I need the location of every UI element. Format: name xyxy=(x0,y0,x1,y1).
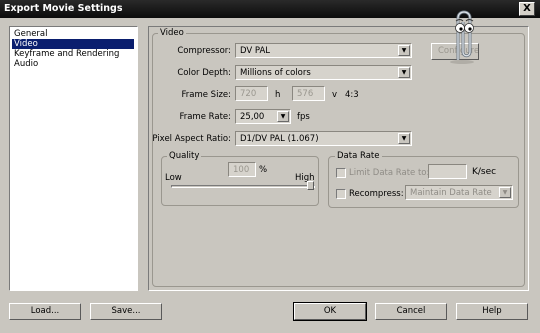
quality-low-label: Low xyxy=(165,173,182,183)
compressor-label: Compressor: xyxy=(177,46,231,56)
recompress-dropdown[interactable]: Maintain Data Rate ▼ xyxy=(405,185,513,200)
pixel-aspect-value: D1/DV PAL (1.067) xyxy=(240,134,319,144)
limit-data-rate-checkbox[interactable] xyxy=(336,168,346,178)
chevron-down-icon: ▼ xyxy=(277,111,289,122)
compressor-value: DV PAL xyxy=(240,46,271,56)
frame-aspect-value: 4:3 xyxy=(345,90,359,100)
paperclip-assistant-icon[interactable] xyxy=(444,6,480,64)
limit-data-rate-field[interactable] xyxy=(428,164,467,179)
recompress-value: Maintain Data Rate xyxy=(410,188,492,198)
frame-width-unit: h xyxy=(275,90,281,100)
frame-width-field[interactable]: 720 xyxy=(235,86,268,101)
frame-height-value: 576 xyxy=(297,89,314,99)
frame-rate-dropdown[interactable]: 25,00 ▼ xyxy=(235,109,291,124)
quality-slider-track[interactable] xyxy=(171,181,315,190)
data-rate-group xyxy=(328,156,519,208)
quality-value: 100 xyxy=(233,165,250,175)
recompress-checkbox[interactable] xyxy=(336,189,346,199)
quality-slider-thumb[interactable] xyxy=(307,181,314,190)
save-button[interactable]: Save... xyxy=(90,303,162,320)
video-settings-panel: Video Compressor: DV PAL ▼ Configure... … xyxy=(148,26,529,291)
sidebar-item-video[interactable]: Video xyxy=(12,39,134,49)
compressor-dropdown[interactable]: DV PAL ▼ xyxy=(235,43,412,58)
video-group-label: Video xyxy=(158,28,186,38)
chevron-down-icon: ▼ xyxy=(398,133,410,144)
cancel-button[interactable]: Cancel xyxy=(375,303,447,320)
frame-height-unit: v xyxy=(332,90,338,100)
data-rate-group-label: Data Rate xyxy=(335,151,382,161)
ok-button[interactable]: OK xyxy=(293,302,367,321)
window-title: Export Movie Settings xyxy=(4,3,123,14)
quality-unit: % xyxy=(259,165,268,175)
settings-category-list[interactable]: General Video Keyframe and Rendering Aud… xyxy=(9,26,138,291)
pixel-aspect-label: Pixel Aspect Ratio: xyxy=(152,134,231,144)
pixel-aspect-dropdown[interactable]: D1/DV PAL (1.067) ▼ xyxy=(235,131,412,146)
sidebar-item-general[interactable]: General xyxy=(12,29,134,39)
frame-height-field[interactable]: 576 xyxy=(292,86,325,101)
chevron-down-icon: ▼ xyxy=(398,67,410,78)
color-depth-value: Millions of colors xyxy=(240,68,311,78)
frame-rate-unit: fps xyxy=(297,112,310,122)
data-rate-unit: K/sec xyxy=(472,167,497,177)
frame-rate-value: 25,00 xyxy=(240,112,265,122)
chevron-down-icon: ▼ xyxy=(499,187,511,198)
color-depth-dropdown[interactable]: Millions of colors ▼ xyxy=(235,65,412,80)
frame-size-label: Frame Size: xyxy=(181,90,232,100)
quality-group-label: Quality xyxy=(167,151,202,161)
chevron-down-icon: ▼ xyxy=(398,45,410,56)
recompress-label: Recompress: xyxy=(349,189,404,199)
color-depth-label: Color Depth: xyxy=(177,68,231,78)
sidebar-item-keyframe-and-rendering[interactable]: Keyframe and Rendering xyxy=(12,49,134,59)
quality-field[interactable]: 100 xyxy=(228,162,256,177)
paperclip-icon xyxy=(450,10,474,64)
close-button[interactable]: X xyxy=(519,2,535,16)
help-button[interactable]: Help xyxy=(456,303,528,320)
sidebar-item-audio[interactable]: Audio xyxy=(12,59,134,69)
frame-rate-label: Frame Rate: xyxy=(179,112,231,122)
limit-data-rate-label: Limit Data Rate to: xyxy=(349,168,430,178)
load-button[interactable]: Load... xyxy=(9,303,81,320)
frame-width-value: 720 xyxy=(240,89,257,99)
